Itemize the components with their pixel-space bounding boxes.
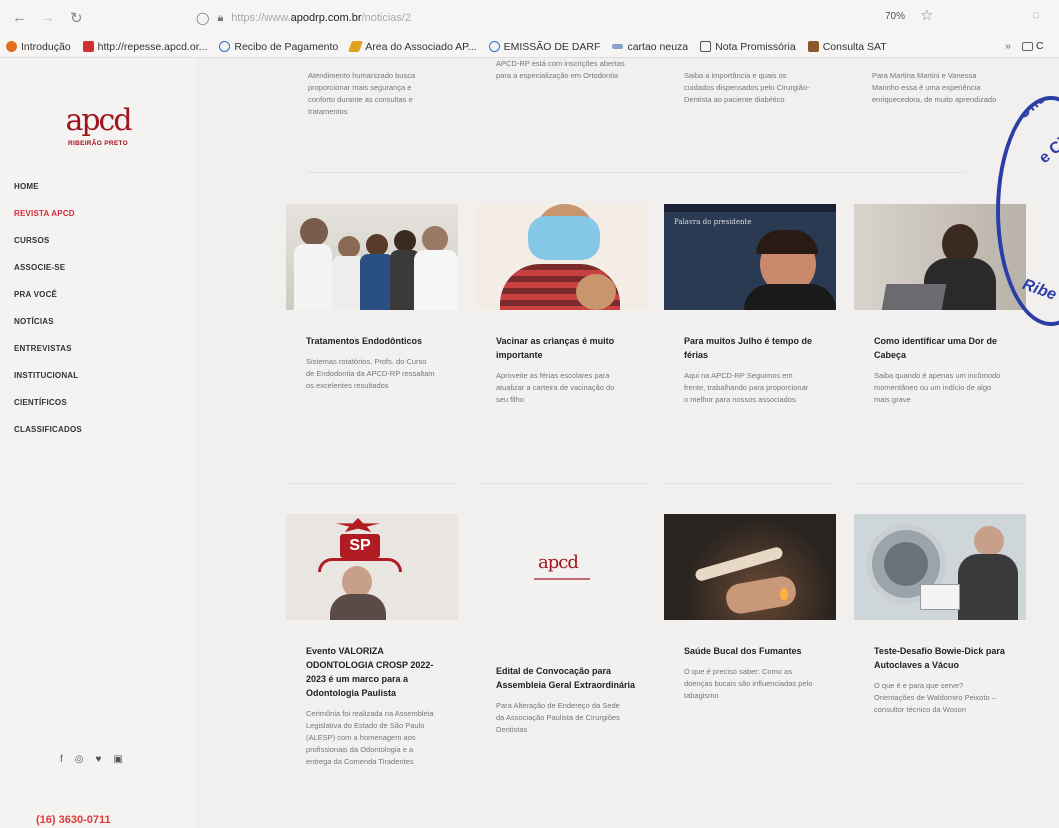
- bookmark-sat[interactable]: Consulta SAT: [807, 41, 887, 53]
- news-card-desc[interactable]: Saiba a importância e quais os cuidados …: [684, 70, 816, 106]
- other-bookmarks-folder[interactable]: C: [1022, 40, 1044, 52]
- phone-number[interactable]: (16) 3630-0711: [36, 814, 111, 826]
- menu-item-cursos[interactable]: CURSOS: [14, 236, 82, 263]
- news-card-title[interactable]: Como identificar uma Dor de Cabeça: [874, 334, 1014, 362]
- news-card-image[interactable]: [854, 514, 1026, 620]
- apcd-logo[interactable]: apcd RIBEIRÃO PRETO: [62, 103, 134, 148]
- news-card-title[interactable]: Evento VALORIZA ODONTOLOGIA CROSP 2022-2…: [306, 644, 446, 700]
- menu-item-noticias[interactable]: NOTÍCIAS: [14, 317, 82, 344]
- browser-toolbar: ← → ↻ ◯ 🔒︎ https://www.apodrp.com.br/not…: [0, 0, 1059, 36]
- bookmark-favicon-icon: [807, 41, 819, 52]
- news-card-desc: Aproveite as férias escolares para atual…: [496, 371, 615, 404]
- lock-icon: 🔒︎: [217, 11, 224, 24]
- news-card-desc[interactable]: Atendimento humanizado busca proporciona…: [308, 70, 440, 118]
- news-card-image[interactable]: [286, 204, 458, 310]
- news-card-title[interactable]: Tratamentos Endodônticos: [306, 334, 446, 348]
- news-card-image-logo: apcd: [538, 552, 579, 573]
- address-bar[interactable]: ◯ 🔒︎ https://www.apodrp.com.br/noticias/…: [196, 6, 836, 30]
- bookmark-repesse[interactable]: http://repesse.apcd.or...: [82, 41, 207, 53]
- reload-icon[interactable]: ↻: [70, 9, 83, 27]
- news-card-desc: Para Alteração de Endereço da Sede da As…: [496, 701, 620, 734]
- news-card[interactable]: Teste-Desafio Bowie-Dick para Autoclaves…: [854, 514, 1026, 828]
- folder-icon: [1022, 41, 1033, 51]
- news-card[interactable]: apcd Edital de Convocação para Assemblei…: [476, 514, 648, 828]
- bookmark-area-associado[interactable]: Area do Associado AP...: [348, 41, 477, 53]
- facebook-icon[interactable]: f: [60, 754, 63, 765]
- menu-item-home[interactable]: HOME: [14, 182, 82, 209]
- forward-arrow-icon[interactable]: →: [40, 9, 55, 26]
- news-card-image-text: SP: [340, 534, 380, 558]
- news-card-image-caption: Palavra do presidente: [674, 218, 752, 226]
- news-card-title[interactable]: Teste-Desafio Bowie-Dick para Autoclaves…: [874, 644, 1014, 672]
- menu-item-institucional[interactable]: INSTITUCIONAL: [14, 371, 82, 398]
- bookmark-recibo[interactable]: Recibo de Pagamento: [219, 41, 338, 53]
- news-card-desc: Aqui na APCD-RP Seguimos em frente, trab…: [684, 371, 809, 404]
- news-card[interactable]: Saúde Bucal dos Fumantes O que é preciso…: [664, 514, 836, 828]
- zoom-level[interactable]: 70%: [885, 11, 905, 22]
- bookmark-favicon-icon: [348, 41, 364, 52]
- bookmark-cartao[interactable]: cartao neuza: [612, 41, 688, 53]
- bookmarks-overflow-button[interactable]: »: [1005, 40, 1011, 52]
- bookmark-star-icon[interactable]: ☆: [920, 6, 933, 24]
- pocket-icon[interactable]: ◌: [1032, 7, 1040, 22]
- bookmark-favicon-icon: [612, 44, 624, 49]
- menu-item-classificados[interactable]: CLASSIFICADOS: [14, 425, 82, 452]
- stamp-text: Ribe: [1020, 276, 1059, 304]
- globe-icon: [219, 41, 231, 52]
- news-grid: Atendimento humanizado busca proporciona…: [196, 58, 1059, 828]
- instagram-icon[interactable]: ◎: [75, 754, 84, 765]
- news-card-title[interactable]: Saúde Bucal dos Fumantes: [684, 644, 824, 658]
- bookmark-nota[interactable]: Nota Promissória: [700, 41, 796, 53]
- url-text: https://www.apodrp.com.br/noticias/2: [231, 12, 412, 24]
- news-card-title[interactable]: Edital de Convocação para Assembleia Ger…: [496, 664, 636, 692]
- twitter-icon[interactable]: ♥: [96, 754, 102, 765]
- news-card-desc: Saiba quando é apenas um incômodo moment…: [874, 371, 1001, 404]
- news-card-desc: O que é e para que serve? Orientações de…: [874, 681, 996, 714]
- news-card[interactable]: Tratamentos Endodônticos Sistemas rotató…: [286, 204, 458, 484]
- news-card-desc: Sistemas rotatórios, Profs. do Curso de …: [306, 357, 435, 390]
- news-card-title[interactable]: Vacinar as crianças é muito importante: [496, 334, 636, 362]
- row-divider: [308, 172, 966, 173]
- news-card-image[interactable]: [664, 514, 836, 620]
- news-card-desc: O que é preciso saber: Como as doenças b…: [684, 667, 813, 700]
- bookmark-introducao[interactable]: Introdução: [6, 41, 71, 53]
- site-sidebar: apcd RIBEIRÃO PRETO HOME REVISTA APCD CU…: [0, 58, 196, 828]
- bookmark-favicon-icon: [6, 41, 17, 52]
- news-card-image[interactable]: SP: [286, 514, 458, 620]
- menu-item-pra-voce[interactable]: PRA VOCÊ: [14, 290, 82, 317]
- main-menu: HOME REVISTA APCD CURSOS ASSOCIE-SE PRA …: [14, 182, 82, 452]
- youtube-icon[interactable]: ▣: [113, 754, 122, 765]
- news-card-desc[interactable]: Para Martina Martini e Vanessa Marinho e…: [872, 70, 1004, 106]
- news-card[interactable]: Vacinar as crianças é muito importante A…: [476, 204, 648, 484]
- menu-item-revista-apcd[interactable]: REVISTA APCD: [14, 209, 82, 236]
- globe-icon: [488, 41, 500, 52]
- news-card-image[interactable]: apcd: [476, 514, 648, 620]
- back-arrow-icon[interactable]: ←: [12, 9, 27, 26]
- social-links: f ◎ ♥ ▣: [60, 754, 123, 765]
- news-card-title[interactable]: Para muitos Julho é tempo de férias: [684, 334, 824, 362]
- bookmark-favicon-icon: [82, 41, 94, 52]
- menu-item-entrevistas[interactable]: ENTREVISTAS: [14, 344, 82, 371]
- document-icon: [700, 41, 712, 52]
- menu-item-cientificos[interactable]: CIENTÍFICOS: [14, 398, 82, 425]
- logo-subtitle: RIBEIRÃO PRETO: [67, 140, 129, 147]
- news-card-desc[interactable]: APCD-RP está com inscrições abertas para…: [496, 58, 628, 82]
- shield-outline-icon: ◯: [196, 11, 210, 25]
- bookmarks-bar: Introdução http://repesse.apcd.or... Rec…: [0, 36, 1059, 58]
- bookmark-darf[interactable]: EMISSÃO DE DARF: [488, 41, 600, 53]
- news-card-desc: Cerimônia foi realizada na Assembleia Le…: [306, 709, 434, 766]
- news-card-image[interactable]: [476, 204, 648, 310]
- news-card[interactable]: SP Evento VALORIZA ODONTOLOGIA CROSP 202…: [286, 514, 458, 828]
- menu-item-associe-se[interactable]: ASSOCIE-SE: [14, 263, 82, 290]
- news-card-image[interactable]: Palavra do presidente: [664, 204, 836, 310]
- news-card[interactable]: Palavra do presidente Para muitos Julho …: [664, 204, 836, 484]
- logo-mark: apcd: [65, 103, 132, 138]
- stamp-text: e Civil d: [1036, 115, 1059, 168]
